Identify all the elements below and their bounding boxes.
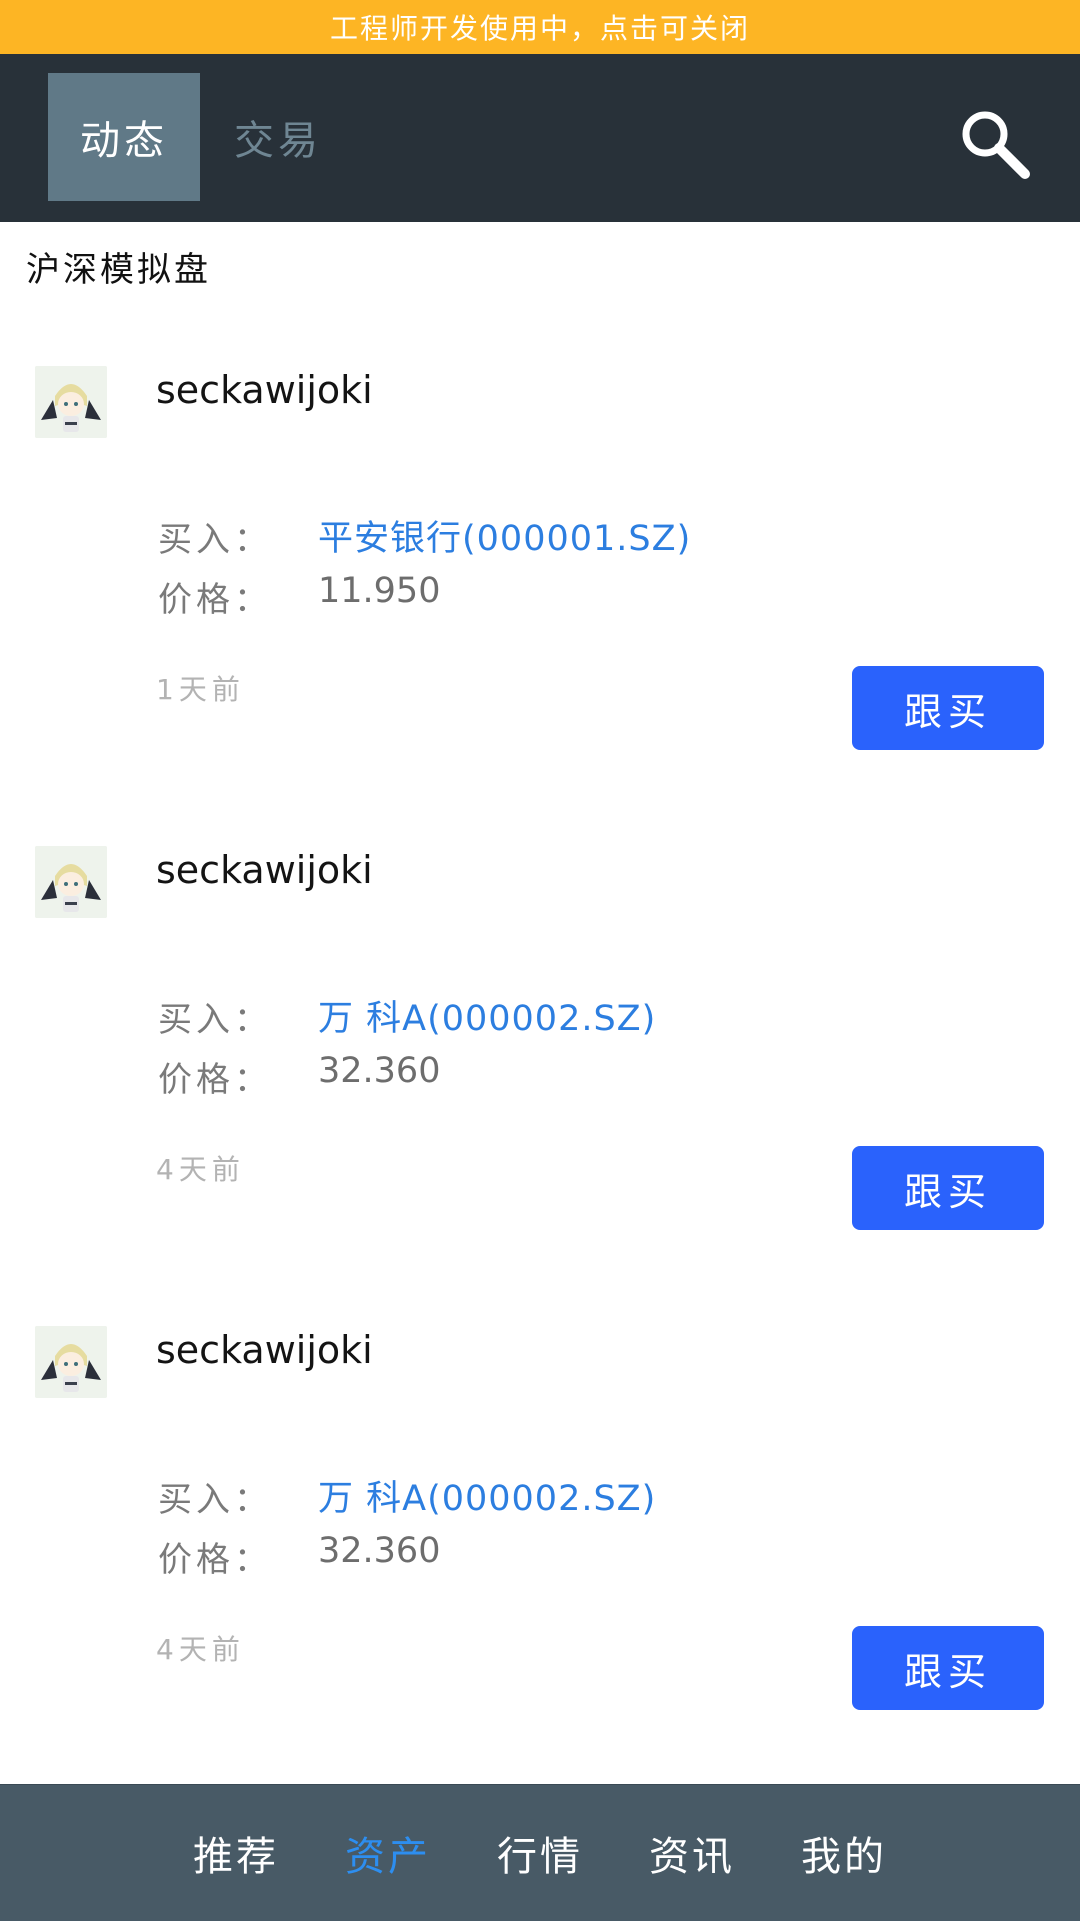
nav-item-assets[interactable]: 资产 [312,1824,464,1882]
username[interactable]: seckawijoki [156,368,373,412]
bottom-nav: 推荐 资产 行情 资讯 我的 [0,1784,1080,1921]
stock-link[interactable]: 平安银行(000001.SZ) [318,510,691,561]
price-label: 价格： [158,580,272,620]
feed-card: seckawijoki 买入： 平安银行(000001.SZ) 价格： 11.9… [0,366,1080,806]
follow-buy-label: 跟买 [903,1649,992,1694]
user-avatar[interactable] [35,1326,107,1398]
tab-trade[interactable]: 交易 [200,73,356,201]
stock-link[interactable]: 万 科A(000002.SZ) [318,990,656,1041]
username[interactable]: seckawijoki [156,1328,373,1372]
nav-item-news[interactable]: 资讯 [616,1824,768,1882]
follow-buy-button[interactable]: 跟买 [852,1146,1044,1230]
timestamp: 4天前 [156,1153,245,1186]
user-avatar[interactable] [35,846,107,918]
feed-card: seckawijoki 买入： 万 科A(000002.SZ) 价格： 32.3… [0,1326,1080,1766]
price-label: 价格： [158,1540,272,1580]
dev-mode-banner[interactable]: 工程师开发使用中，点击可关闭 [0,0,1080,54]
nav-item-profile[interactable]: 我的 [768,1824,920,1882]
nav-item-market[interactable]: 行情 [464,1824,616,1882]
feed-card: seckawijoki 买入： 万 科A(000002.SZ) 价格： 32.3… [0,846,1080,1286]
nav-item-recommend[interactable]: 推荐 [160,1824,312,1882]
follow-buy-button[interactable]: 跟买 [852,666,1044,750]
price-value: 11.950 [318,571,441,611]
price-label: 价格： [158,1060,272,1100]
price-value: 32.360 [318,1051,441,1091]
action-label: 买入： [158,520,272,560]
follow-buy-button[interactable]: 跟买 [852,1626,1044,1710]
price-value: 32.360 [318,1531,441,1571]
tab-trade-label: 交易 [234,118,322,164]
timestamp: 1天前 [156,673,245,706]
stock-link[interactable]: 万 科A(000002.SZ) [318,1470,656,1521]
follow-buy-label: 跟买 [903,1169,992,1214]
dev-mode-banner-text: 工程师开发使用中，点击可关闭 [329,12,750,45]
section-title: 沪深模拟盘 [26,250,211,290]
search-icon [962,111,1030,179]
follow-buy-label: 跟买 [903,689,992,734]
tab-feed[interactable]: 动态 [48,73,200,201]
tab-feed-label: 动态 [80,118,168,164]
avatar-image [35,846,107,918]
avatar-image [35,1326,107,1398]
timestamp: 4天前 [156,1633,245,1666]
top-header: 动态 交易 [0,54,1080,222]
user-avatar[interactable] [35,366,107,438]
action-label: 买入： [158,1000,272,1040]
search-button[interactable] [955,104,1035,184]
username[interactable]: seckawijoki [156,848,373,892]
avatar-image [35,366,107,438]
action-label: 买入： [158,1480,272,1520]
